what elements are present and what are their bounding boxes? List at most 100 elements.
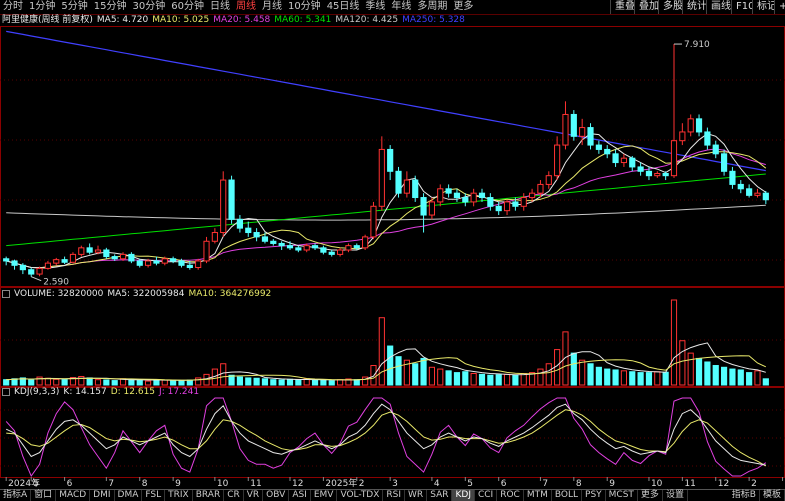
high-label: 7.910 (684, 40, 710, 50)
candle-body (179, 261, 184, 265)
volume-bar (354, 380, 359, 385)
candle-body (546, 176, 551, 185)
candle-body (221, 180, 226, 232)
indicator-tab[interactable]: 指标A (0, 490, 31, 501)
candle-body (538, 184, 543, 193)
indicator-tab[interactable]: CCI (475, 490, 497, 501)
period-tab[interactable]: 日线 (207, 0, 233, 14)
period-tab[interactable]: 季线 (362, 0, 388, 14)
panel-toggle-icon[interactable] (2, 388, 10, 396)
indicator-tab[interactable]: DMA (115, 490, 143, 501)
ma120-line (6, 205, 766, 220)
period-tab[interactable]: 30分钟 (129, 0, 168, 14)
candle-body (688, 119, 693, 132)
candle-body (404, 180, 409, 193)
volume-bar (513, 375, 518, 385)
period-tab[interactable]: 月线 (259, 0, 285, 14)
candle-body (187, 265, 192, 267)
x-tick-label: 5 (33, 479, 39, 489)
volume-bar (621, 371, 626, 385)
indicator-tab[interactable]: BOLL (552, 490, 582, 501)
period-tab[interactable]: 周线 (233, 0, 259, 14)
indicator-tab[interactable]: OBV (263, 490, 289, 501)
candle-body (79, 248, 84, 255)
candle-body (680, 132, 685, 141)
indicator-tab[interactable]: TRIX (165, 490, 193, 501)
toolbar-button[interactable]: +自 (774, 0, 785, 14)
period-tab[interactable]: 60分钟 (168, 0, 207, 14)
candle-body (463, 198, 468, 202)
x-tick-label: 2 (359, 479, 365, 489)
indicator-tab[interactable]: 窗口 (31, 490, 56, 501)
candle-body (196, 261, 201, 268)
candle-body (129, 254, 134, 261)
indicator-tab[interactable]: KDJ (452, 490, 475, 501)
period-tab[interactable]: 分时 (0, 0, 26, 14)
indicator-tab[interactable]: WR (405, 490, 427, 501)
period-tab[interactable]: 5分钟 (58, 0, 90, 14)
period-tab[interactable]: 更多 (450, 0, 476, 14)
volume-bar (454, 373, 459, 385)
low-pointer (31, 277, 41, 281)
volume-bar (154, 380, 159, 385)
period-tab[interactable]: 10分钟 (285, 0, 324, 14)
candle-body (20, 265, 25, 269)
indicator-tab[interactable]: FSL (142, 490, 165, 501)
volume-bar (329, 381, 334, 385)
indicator-tab[interactable]: BRAR (193, 490, 224, 501)
period-tab[interactable]: 年线 (388, 0, 414, 14)
volume-bar (296, 380, 301, 385)
volume-legend: VOLUME: 32820000MA5: 322005984MA10: 3642… (2, 288, 279, 300)
volume-bar (104, 380, 109, 385)
volume-bar (688, 353, 693, 385)
x-tick-label: 6 (67, 479, 73, 489)
volume-bar (446, 371, 451, 385)
volume-bar (671, 300, 676, 385)
indicator-tab[interactable]: 模板 (760, 490, 785, 501)
indicator-tab[interactable]: MACD (56, 490, 90, 501)
indicator-tab[interactable]: MTM (524, 490, 552, 501)
candle-body (37, 268, 42, 274)
period-tab[interactable]: 45日线 (324, 0, 363, 14)
volume-bar (287, 379, 292, 385)
volume-bar (721, 367, 726, 385)
indicator-tab[interactable]: VR (244, 490, 263, 501)
x-tick-label: 4 (434, 479, 440, 489)
indicator-tab[interactable]: RSI (383, 490, 405, 501)
period-tab[interactable]: 1分钟 (26, 0, 58, 14)
candle-body (438, 189, 443, 202)
candle-body (154, 261, 159, 263)
indicator-tab[interactable]: DMI (90, 490, 114, 501)
indicator-tab[interactable]: ROC (497, 490, 524, 501)
candle-body (747, 189, 752, 196)
indicator-tab[interactable]: 指标B (729, 490, 760, 501)
volume-bar (337, 380, 342, 385)
indicator-tab[interactable]: 更多 (638, 490, 663, 501)
indicator-tab[interactable]: PSY (582, 490, 606, 501)
candle-body (287, 246, 292, 248)
x-tick-label: 10 (217, 479, 229, 489)
candle-body (396, 171, 401, 193)
candle-body (738, 184, 743, 188)
indicator-tab[interactable]: CR (224, 490, 244, 501)
indicator-tab[interactable]: 设置 (663, 490, 688, 501)
candle-body (571, 114, 576, 136)
indicator-tab[interactable]: MCST (606, 490, 638, 501)
volume-bar (196, 378, 201, 385)
period-tab[interactable]: 多周期 (414, 0, 450, 14)
candle-body (262, 237, 267, 241)
indicator-tab[interactable]: EMV (311, 490, 338, 501)
volume-bar (171, 380, 176, 385)
candle-body (488, 198, 493, 207)
volume-bar (45, 378, 50, 385)
indicator-tab[interactable]: VOL-TDX (337, 490, 383, 501)
panel-toggle-icon[interactable] (2, 290, 10, 298)
chart-canvas[interactable]: 2.5907.9102024年567891011122025年234567891… (0, 0, 785, 500)
legend-item: VOLUME: 32820000 (14, 289, 103, 299)
indicator-tab[interactable]: ASI (289, 490, 311, 501)
candle-body (4, 259, 9, 261)
period-tab[interactable]: 15分钟 (91, 0, 130, 14)
candle-body (337, 250, 342, 254)
volume-bar (396, 357, 401, 385)
indicator-tab[interactable]: SAR (427, 490, 452, 501)
